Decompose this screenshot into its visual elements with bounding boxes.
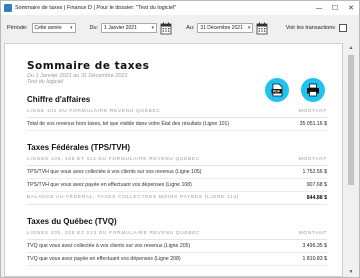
pdf-icon: PDF [271,83,283,97]
section-title: Taxes du Québec (TVQ) [27,217,117,226]
from-label: Du: [89,25,99,31]
table-row: TPS/TVH que vous avez collectée à vos cl… [27,166,327,179]
section-header: Lignes 205, 208 et 213 du formulaire Rev… [27,231,201,236]
row-label: TVQ que vous avez collectée à vos client… [27,243,191,249]
printer-icon [307,83,319,97]
app-icon [4,4,12,12]
period-select[interactable]: Cette année ▾ [31,23,76,33]
period-label: Période: [7,25,28,31]
amount-header: Montant [298,157,327,162]
chevron-down-icon: ▾ [247,25,251,31]
section-header: Lignes 105, 108 et 113 du formulaire Rev… [27,157,200,162]
close-button[interactable]: ✕ [343,1,359,15]
table-row: Total de vos revenus hors taxes, tel que… [27,118,327,131]
section-header-row: Lignes 105, 108 et 113 du formulaire Rev… [27,157,327,166]
print-button[interactable] [301,78,325,102]
chevron-down-icon: ▾ [69,25,73,31]
window-controls: — ☐ ✕ [311,1,359,15]
toolbar: Période: Cette année ▾ Du: 1 Janvier 202… [1,17,359,39]
window-title: Sommaire de taxes | Finance D | Pour le … [15,5,177,11]
balance-row: Balance au fédéral. Taxes collectées moi… [27,192,327,205]
export-pdf-button[interactable]: PDF [265,78,289,102]
amount-header: Montant [298,109,327,114]
row-label: TVQ que vous avez payée en effectuant vo… [27,256,181,262]
section-header-row: Lignes 205, 208 et 213 du formulaire Rev… [27,231,327,240]
report: Sommaire de taxes Du 1 Janvier 2021 au 3… [27,60,327,266]
section-header-row: Ligne 101 du formulaire Revenu Québec Mo… [27,109,327,118]
row-value: 1 810.83 $ [302,256,327,262]
from-date-field[interactable]: 1 Janvier 2021 ▾ [101,23,158,33]
section-header: Ligne 101 du formulaire Revenu Québec [27,109,161,114]
app-window: Sommaire de taxes | Finance D | Pour le … [0,0,360,278]
balance-label: Balance au fédéral. Taxes collectées moi… [27,195,240,200]
row-label: TPS/TVH que vous avez payée en effectuan… [27,182,192,188]
period-select-value: Cette année [34,25,62,31]
row-value: 1 752.56 $ [302,169,327,175]
section-title: Taxes Fédérales (TPS/TVH) [27,143,130,152]
minimize-button[interactable]: — [311,1,327,15]
calendar-icon[interactable] [256,22,268,35]
scroll-up-icon[interactable]: ▲ [345,43,357,53]
row-value: 35 051.16 $ [299,121,327,127]
show-transactions-checkbox[interactable] [339,24,347,32]
table-row: TVQ que vous avez collectée à vos client… [27,240,327,253]
chevron-down-icon: ▾ [151,25,155,31]
to-label: Au: [186,25,195,31]
amount-header: Montant [298,231,327,236]
report-title: Sommaire de taxes [27,60,150,72]
vertical-scrollbar[interactable]: ▲ ▼ [345,43,357,277]
from-date-value: 1 Janvier 2021 [104,25,137,31]
balance-value: 844.88 $ [306,195,327,201]
report-panel: Sommaire de taxes Du 1 Janvier 2021 au 3… [4,43,343,277]
show-transactions-label: Voir les transactions [285,25,335,31]
row-value: 907.68 $ [306,182,327,188]
calendar-icon[interactable] [160,22,172,35]
row-value: 3 496.35 $ [302,243,327,249]
table-row: TPS/TVH que vous avez payée en effectuan… [27,179,327,192]
scroll-down-icon[interactable]: ▼ [345,267,357,277]
scroll-thumb[interactable] [348,55,354,185]
to-date-field[interactable]: 31 Décembre 2021 ▾ [197,23,254,33]
title-bar: Sommaire de taxes | Finance D | Pour le … [1,1,359,15]
maximize-button[interactable]: ☐ [327,1,343,15]
row-label: Total de vos revenus hors taxes, tel que… [27,121,230,127]
to-date-value: 31 Décembre 2021 [200,25,243,31]
pdf-icon-label: PDF [273,90,281,94]
row-label: TPS/TVH que vous avez collectée à vos cl… [27,169,202,175]
table-row: TVQ que vous avez payée en effectuant vo… [27,253,327,266]
